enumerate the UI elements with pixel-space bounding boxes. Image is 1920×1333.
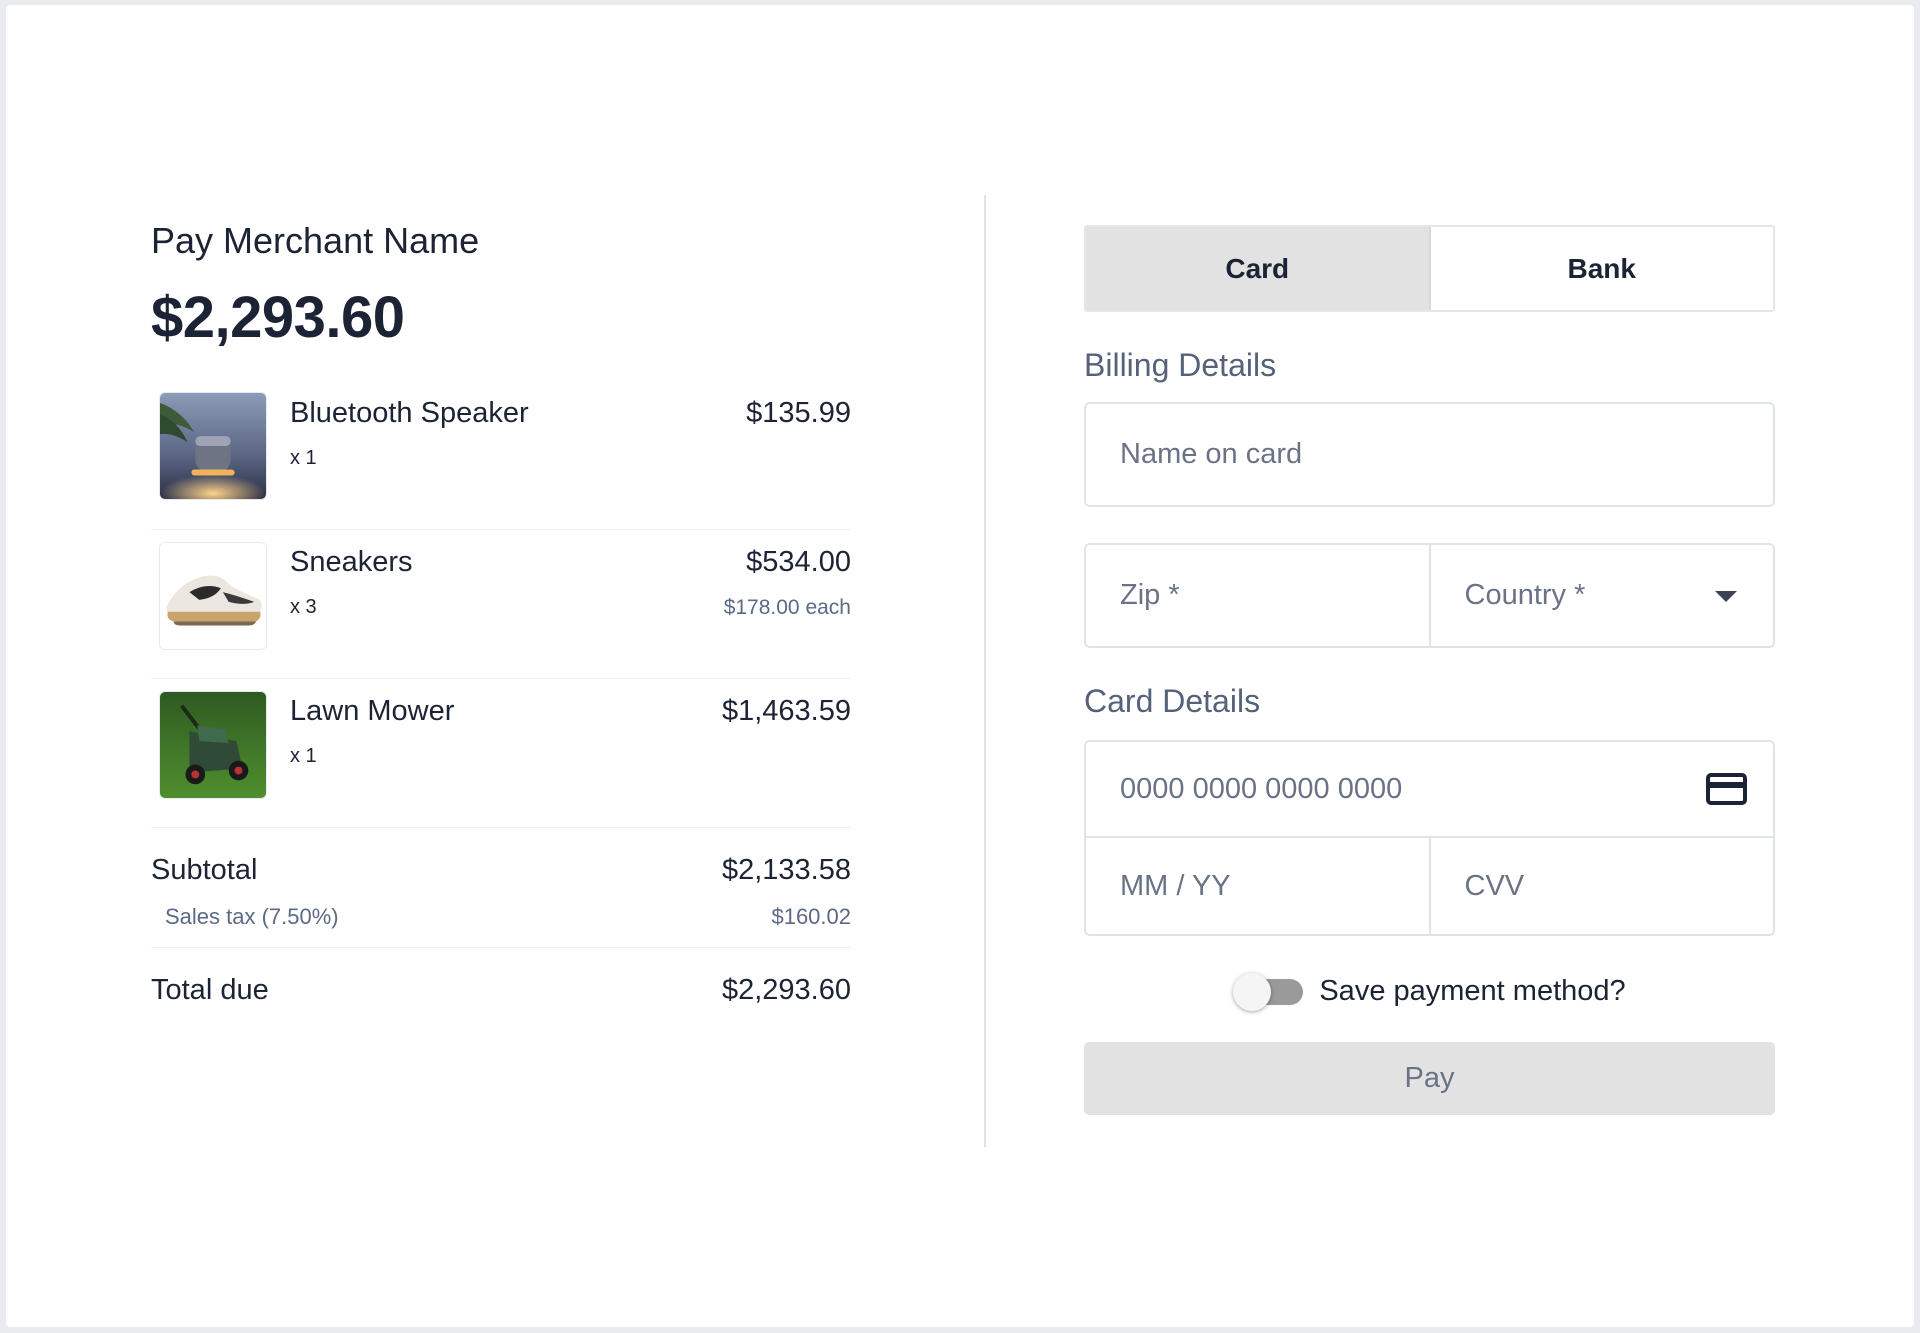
pay-button[interactable]: Pay — [1084, 1042, 1775, 1115]
card-details-heading: Card Details — [1084, 683, 1261, 719]
merchant-name: Pay Merchant Name — [151, 220, 480, 261]
save-payment-toggle[interactable] — [1233, 973, 1305, 1011]
sneakers-image — [159, 542, 267, 650]
expiry-field — [1086, 838, 1429, 934]
subtotal-label: Subtotal — [151, 854, 258, 886]
order-summary: Pay Merchant Name $2,293.60 Bluetooth Sp… — [151, 217, 851, 1032]
expiry-input[interactable] — [1086, 838, 1429, 934]
item-name: Sneakers — [290, 546, 413, 578]
subtotal-value: $2,133.58 — [721, 854, 851, 886]
toggle-knob — [1233, 973, 1272, 1011]
amount-due: $2,293.60 — [151, 285, 405, 350]
panel-divider — [984, 195, 986, 1147]
payment-method-tabs: Card Bank — [1084, 225, 1775, 312]
card-details-box — [1084, 740, 1775, 936]
save-payment-label: Save payment method? — [1319, 974, 1626, 1007]
billing-details-heading: Billing Details — [1084, 347, 1277, 383]
item-price: $534.00 — [746, 546, 851, 578]
line-item: Sneakers x 3 $534.00 $178.00 each — [151, 530, 851, 679]
item-quantity: x 1 — [290, 745, 317, 767]
line-items: Bluetooth Speaker x 1 $135.99 Sneakers x… — [151, 381, 851, 828]
item-name: Lawn Mower — [290, 695, 455, 727]
item-quantity: x 1 — [290, 447, 317, 469]
item-quantity: x 3 — [290, 596, 317, 618]
chevron-down-icon — [1715, 591, 1737, 602]
credit-card-icon — [1706, 773, 1747, 805]
name-on-card-input[interactable] — [1086, 404, 1773, 505]
sales-tax-value: $160.02 — [771, 904, 851, 929]
item-price: $1,463.59 — [721, 695, 851, 727]
expiry-cvv-row — [1086, 838, 1773, 934]
total-due-value: $2,293.60 — [721, 974, 851, 1006]
cvv-field — [1428, 838, 1773, 934]
line-item: Lawn Mower x 1 $1,463.59 — [151, 679, 851, 828]
cvv-input[interactable] — [1430, 838, 1773, 934]
zip-input[interactable] — [1086, 545, 1429, 646]
name-on-card-field — [1084, 402, 1775, 507]
zip-field — [1086, 545, 1429, 646]
checkout-page: Pay Merchant Name $2,293.60 Bluetooth Sp… — [6, 5, 1914, 1327]
tab-card[interactable]: Card — [1086, 227, 1431, 310]
card-number-input[interactable] — [1086, 742, 1773, 836]
card-number-field — [1086, 742, 1773, 838]
line-item: Bluetooth Speaker x 1 $135.99 — [151, 381, 851, 530]
country-select[interactable]: Country * — [1428, 545, 1774, 646]
item-price: $135.99 — [746, 397, 851, 429]
subtotal-section: Subtotal $2,133.58 Sales tax (7.50%) $16… — [151, 828, 851, 948]
total-due-section: Total due $2,293.60 — [151, 948, 851, 1032]
bluetooth-speaker-image — [159, 392, 267, 500]
item-name: Bluetooth Speaker — [290, 397, 529, 429]
item-unit-price: $178.00 each — [723, 596, 851, 619]
payment-form: Card Bank Billing Details Country * Card… — [1084, 225, 1775, 1115]
save-payment-row: Save payment method? — [1084, 969, 1775, 1013]
lawn-mower-image — [159, 691, 267, 799]
sales-tax-label: Sales tax (7.50%) — [165, 904, 339, 929]
zip-country-row: Country * — [1084, 543, 1775, 648]
tab-bank[interactable]: Bank — [1430, 227, 1773, 310]
total-due-label: Total due — [151, 974, 269, 1006]
